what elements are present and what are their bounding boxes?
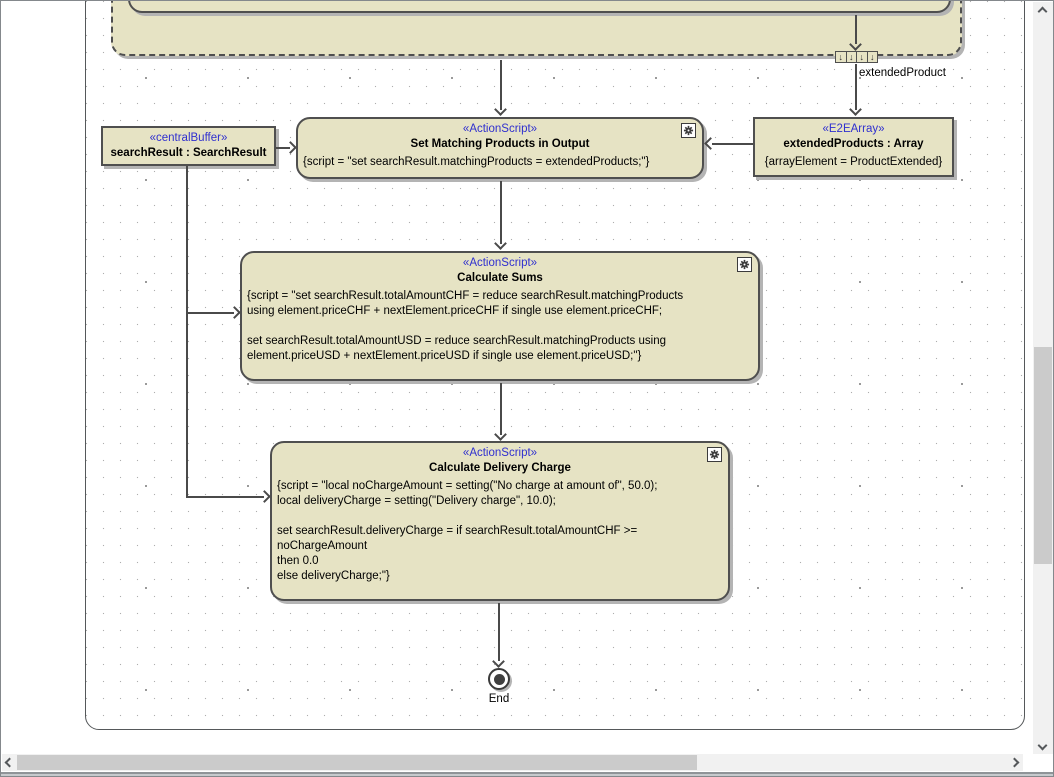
node-stereotype: «ActionScript»: [462, 447, 538, 459]
gear-icon: [681, 123, 696, 138]
node-name: searchResult : SearchResult: [110, 147, 267, 159]
edge-setmatching-to-calcsums[interactable]: [500, 181, 502, 244]
expansion-arrow-icon: ↓: [836, 52, 847, 62]
chevron-left-icon[interactable]: [4, 757, 15, 768]
horizontal-scrollbar[interactable]: [2, 754, 1023, 771]
node-script: {script = "set searchResult.matchingProd…: [303, 156, 650, 168]
node-extended-products-array[interactable]: «E2EArray» extendedProducts : Array {arr…: [753, 117, 954, 177]
vertical-scrollbar[interactable]: [1033, 2, 1053, 754]
expansion-arrow-icon: ↓: [847, 52, 857, 62]
edge-array-to-setmatching[interactable]: [712, 143, 753, 145]
node-script: {script = "set searchResult.totalAmountC…: [247, 290, 684, 362]
expansion-node-label: extendedProduct: [859, 67, 946, 79]
end-label: End: [488, 693, 510, 705]
node-constraint: {arrayElement = ProductExtended}: [764, 156, 943, 168]
gear-icon: [737, 257, 752, 272]
chevron-right-icon[interactable]: [1009, 757, 1020, 768]
vertical-scrollbar-thumb[interactable]: [1034, 347, 1052, 564]
node-name: extendedProducts : Array: [783, 138, 924, 150]
expansion-node[interactable]: ↓ ↓ ↓ ↓: [835, 51, 878, 63]
structured-activity-inner-node[interactable]: [128, 1, 951, 13]
node-name: Set Matching Products in Output: [410, 138, 590, 150]
node-name: Calculate Sums: [457, 272, 543, 284]
horizontal-scrollbar-thumb[interactable]: [17, 755, 697, 770]
node-stereotype: «ActionScript»: [462, 123, 538, 135]
node-calculate-sums[interactable]: «ActionScript» Calculate Sums {script = …: [240, 251, 760, 381]
edge-buffer-to-calcdelivery[interactable]: [186, 496, 264, 498]
node-stereotype: «centralBuffer»: [149, 132, 228, 144]
expansion-arrow-icon: ↓: [857, 52, 868, 62]
node-script: {script = "local noChargeAmount = settin…: [277, 480, 658, 582]
node-name: Calculate Delivery Charge: [429, 462, 571, 474]
node-set-matching-products[interactable]: «ActionScript» Set Matching Products in …: [296, 117, 704, 179]
node-central-buffer[interactable]: «centralBuffer» searchResult : SearchRes…: [101, 126, 276, 166]
expansion-arrow-icon: ↓: [870, 52, 875, 62]
node-calculate-delivery-charge[interactable]: «ActionScript» Calculate Delivery Charge…: [270, 441, 730, 601]
edge-buffer-to-calcsums[interactable]: [186, 312, 234, 314]
chevron-up-icon[interactable]: [1037, 6, 1048, 17]
activity-final-node[interactable]: [488, 668, 510, 690]
activity-final-dot: [493, 673, 505, 685]
edge-calcdelivery-to-end[interactable]: [498, 603, 500, 661]
edge-buffer-vertical[interactable]: [186, 166, 188, 498]
node-stereotype: «E2EArray»: [822, 123, 885, 135]
node-stereotype: «ActionScript»: [462, 257, 538, 269]
chevron-down-icon[interactable]: [1037, 740, 1048, 751]
gear-icon: [707, 447, 722, 462]
diagram-editor-window: ↓ ↓ ↓ ↓ extendedProduct «centralBuffer» …: [0, 0, 1054, 777]
